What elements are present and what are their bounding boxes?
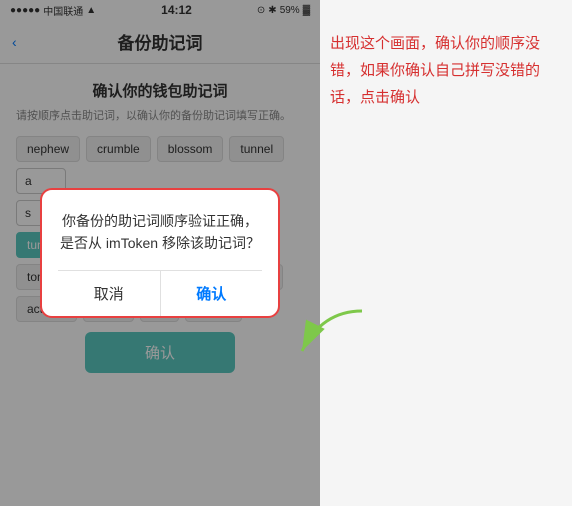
- modal-confirm-button[interactable]: 确认: [161, 271, 263, 316]
- modal-buttons: 取消 确认: [58, 270, 262, 316]
- arrow-icon: [292, 306, 372, 366]
- modal-text: 你备份的助记词顺序验证正确，是否从 imToken 移除该助记词？: [58, 210, 262, 255]
- annotation-area: 出现这个画面，确认你的顺序没错，如果你确认自己拼写没错的话，点击确认: [320, 0, 572, 506]
- annotation-text: 出现这个画面，确认你的顺序没错，如果你确认自己拼写没错的话，点击确认: [330, 30, 562, 111]
- modal-overlay: 你备份的助记词顺序验证正确，是否从 imToken 移除该助记词？ 取消 确认: [0, 0, 320, 506]
- modal-box: 你备份的助记词顺序验证正确，是否从 imToken 移除该助记词？ 取消 确认: [40, 188, 280, 319]
- modal-cancel-button[interactable]: 取消: [58, 271, 161, 316]
- phone-frame: ●●●●● 中国联通 ▲ 14:12 ⊙ ✱ 59% ▓ ‹ 备份助记词 确认你…: [0, 0, 320, 506]
